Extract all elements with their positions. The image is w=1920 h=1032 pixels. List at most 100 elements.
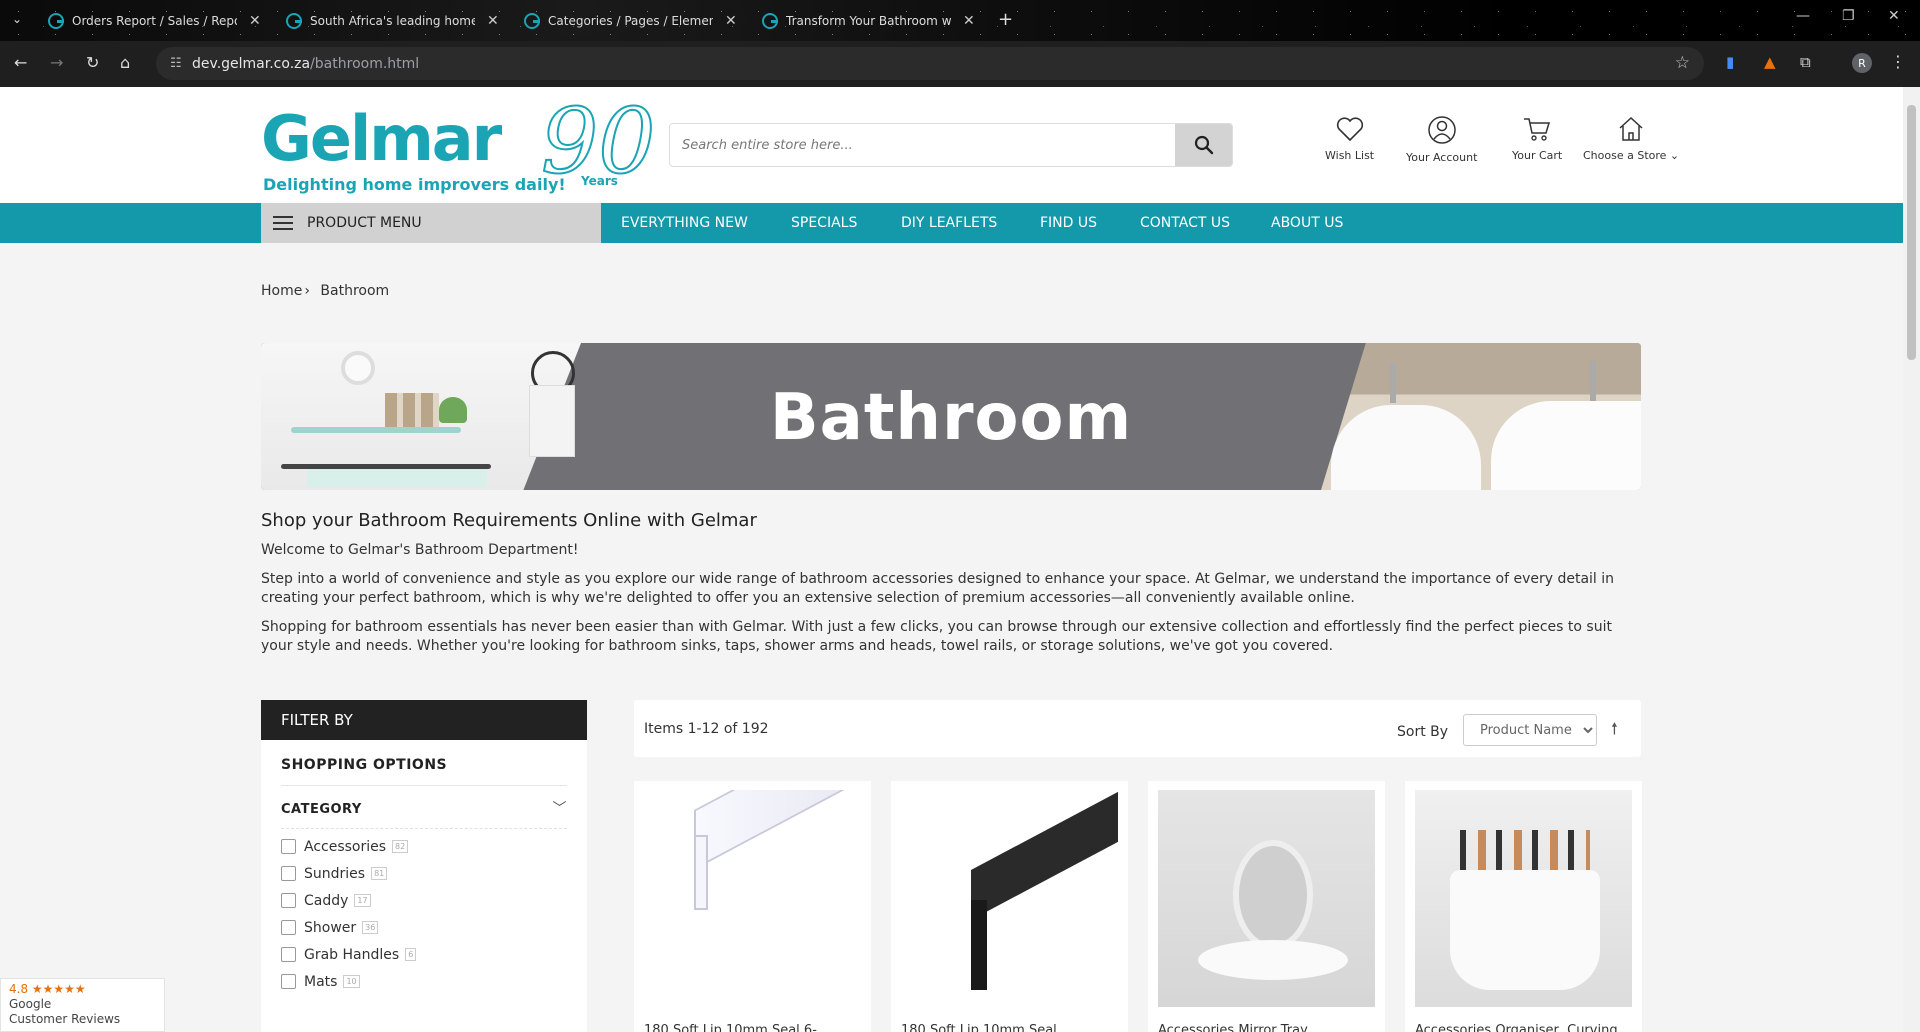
product-menu-button[interactable]: PRODUCT MENU bbox=[261, 203, 601, 243]
profile-avatar[interactable]: R bbox=[1852, 53, 1872, 73]
new-tab-icon[interactable]: + bbox=[998, 9, 1013, 30]
banner-mirror bbox=[341, 351, 375, 385]
restore-icon[interactable]: ❐ bbox=[1842, 8, 1855, 24]
product-name[interactable]: Accessories Organiser, Curving bbox=[1415, 1023, 1618, 1032]
search-input[interactable] bbox=[682, 134, 1162, 156]
heart-icon bbox=[1336, 117, 1363, 142]
sort-select[interactable]: Product Name bbox=[1463, 714, 1597, 746]
banner-towel-rail bbox=[281, 464, 491, 469]
close-tab-icon[interactable]: ✕ bbox=[249, 13, 261, 29]
category-filter-toggle[interactable]: CATEGORY ﹀ bbox=[281, 801, 567, 817]
product-name[interactable]: Accessories Mirror Tray bbox=[1158, 1023, 1308, 1032]
nav-diy-leaflets[interactable]: DIY LEAFLETS bbox=[901, 215, 997, 231]
nav-contact-us[interactable]: CONTACT US bbox=[1140, 215, 1230, 231]
browser-menu-icon[interactable]: ⋮ bbox=[1890, 52, 1906, 71]
sort-direction-arrow-icon[interactable]: 🠕 bbox=[1611, 718, 1618, 745]
checkbox[interactable] bbox=[281, 947, 296, 962]
back-icon[interactable]: ← bbox=[14, 53, 27, 72]
product-image[interactable] bbox=[644, 790, 861, 1007]
filter-header: FILTER BY bbox=[261, 700, 587, 740]
gelmar-logo[interactable]: Gelmar Delighting home improvers daily! … bbox=[261, 96, 657, 197]
checkbox[interactable] bbox=[281, 866, 296, 881]
close-window-icon[interactable]: ✕ bbox=[1888, 8, 1900, 24]
product-card[interactable]: 180 Soft Lip 10mm Seal bbox=[891, 781, 1128, 1032]
product-image[interactable] bbox=[901, 790, 1118, 1007]
site-header: Gelmar Delighting home improvers daily! … bbox=[0, 87, 1903, 203]
product-name[interactable]: 180 Soft Lip 10mm Seal 6- bbox=[644, 1023, 817, 1032]
extension-icon[interactable]: ▮ bbox=[1726, 53, 1734, 71]
organiser-shape bbox=[1450, 870, 1600, 990]
tab-title: Transform Your Bathroom with bbox=[786, 14, 951, 28]
filter-option-grab-handles[interactable]: Grab Handles 6 bbox=[281, 941, 417, 968]
search-button[interactable] bbox=[1175, 124, 1232, 166]
nav-everything-new[interactable]: EVERYTHING NEW bbox=[621, 215, 748, 231]
clear-seal-shape bbox=[694, 790, 854, 870]
page-scrollbar[interactable] bbox=[1903, 87, 1920, 1032]
checkbox[interactable] bbox=[281, 974, 296, 989]
description-paragraph-1: Step into a world of convenience and sty… bbox=[261, 571, 1615, 606]
extension-icon[interactable]: ▲ bbox=[1764, 53, 1776, 71]
product-image[interactable] bbox=[1415, 790, 1632, 1007]
category-description: Shop your Bathroom Requirements Online w… bbox=[261, 510, 1641, 666]
cart-link[interactable]: Your Cart bbox=[1512, 115, 1562, 162]
close-tab-icon[interactable]: ✕ bbox=[487, 13, 499, 29]
product-card[interactable]: 180 Soft Lip 10mm Seal 6- bbox=[634, 781, 871, 1032]
filter-option-sundries[interactable]: Sundries 81 bbox=[281, 860, 416, 887]
filter-sidebar: FILTER BY SHOPPING OPTIONS CATEGORY ﹀ Ac… bbox=[261, 700, 587, 1032]
checkbox[interactable] bbox=[281, 893, 296, 908]
checkbox[interactable] bbox=[281, 839, 296, 854]
browser-tab-bar: ⌄ Orders Report / Sales / Reports ✕ Sout… bbox=[0, 0, 1920, 41]
gelmar-favicon-icon bbox=[286, 13, 302, 29]
filter-option-count: 10 bbox=[343, 975, 360, 988]
breadcrumb: Home › Bathroom bbox=[261, 283, 389, 299]
filter-option-mats[interactable]: Mats 10 bbox=[281, 968, 416, 995]
nav-specials[interactable]: SPECIALS bbox=[791, 215, 857, 231]
gelmar-favicon-icon bbox=[524, 13, 540, 29]
checkbox[interactable] bbox=[281, 920, 296, 935]
close-tab-icon[interactable]: ✕ bbox=[725, 13, 737, 29]
product-card[interactable]: Accessories Mirror Tray bbox=[1148, 781, 1385, 1032]
filter-option-label: Accessories bbox=[304, 838, 387, 855]
scrollbar-thumb[interactable] bbox=[1907, 105, 1916, 360]
filter-option-shower[interactable]: Shower 36 bbox=[281, 914, 416, 941]
home-icon[interactable]: ⌂ bbox=[120, 53, 130, 72]
site-info-icon[interactable]: ☷ bbox=[170, 56, 182, 71]
product-image[interactable] bbox=[1158, 790, 1375, 1007]
product-menu-label: PRODUCT MENU bbox=[307, 215, 422, 231]
account-link[interactable]: Your Account bbox=[1406, 115, 1477, 164]
tab-title: Categories / Pages / Elements / bbox=[548, 14, 713, 28]
google-reviews-badge[interactable]: 4.8 ★★★★★ Google Customer Reviews bbox=[0, 978, 165, 1032]
breadcrumb-chevron-icon: › bbox=[304, 283, 310, 299]
main-nav: PRODUCT MENU EVERYTHING NEW SPECIALS DIY… bbox=[0, 203, 1903, 243]
bookmark-star-icon[interactable]: ☆ bbox=[1675, 53, 1690, 73]
browser-tab-2[interactable]: South Africa's leading home re ✕ bbox=[286, 8, 499, 34]
logo-years: Years bbox=[581, 174, 618, 188]
black-seal-shape bbox=[971, 900, 987, 990]
reload-icon[interactable]: ↻ bbox=[86, 53, 99, 72]
browser-tab-3[interactable]: Categories / Pages / Elements / ✕ bbox=[524, 8, 737, 34]
product-card[interactable]: Accessories Organiser, Curving bbox=[1405, 781, 1642, 1032]
filter-option-label: Grab Handles bbox=[304, 946, 400, 963]
close-tab-icon[interactable]: ✕ bbox=[963, 13, 975, 29]
filter-option-caddy[interactable]: Caddy 17 bbox=[281, 887, 416, 914]
nav-find-us[interactable]: FIND US bbox=[1040, 215, 1097, 231]
filter-option-accessories[interactable]: Accessories 82 bbox=[281, 833, 416, 860]
choose-store-link[interactable]: Choose a Store ⌄ bbox=[1583, 115, 1679, 162]
search-box bbox=[669, 123, 1233, 167]
forward-icon[interactable]: → bbox=[50, 53, 63, 72]
nav-about-us[interactable]: ABOUT US bbox=[1271, 215, 1343, 231]
url-field[interactable]: ☷ dev.gelmar.co.za/bathroom.html ☆ bbox=[156, 47, 1704, 80]
category-banner: Bathroom bbox=[261, 343, 1641, 490]
category-filter-list: Accessories 82 Sundries 81 Caddy 17 Shower 3… bbox=[281, 833, 417, 995]
cart-label: Your Cart bbox=[1512, 149, 1563, 162]
extensions-puzzle-icon[interactable]: ⧉ bbox=[1800, 53, 1811, 71]
page-viewport: Gelmar Delighting home improvers daily! … bbox=[0, 87, 1903, 1032]
minimize-icon[interactable]: — bbox=[1796, 8, 1810, 24]
tab-search-chevron-icon[interactable]: ⌄ bbox=[12, 12, 22, 26]
product-name[interactable]: 180 Soft Lip 10mm Seal bbox=[901, 1023, 1057, 1032]
gelmar-favicon-icon bbox=[48, 13, 64, 29]
browser-tab-1[interactable]: Orders Report / Sales / Reports ✕ bbox=[48, 8, 261, 34]
wishlist-link[interactable]: Wish List bbox=[1325, 115, 1374, 162]
browser-tab-4-active[interactable]: Transform Your Bathroom with ✕ bbox=[762, 8, 975, 34]
breadcrumb-home[interactable]: Home bbox=[261, 283, 302, 299]
